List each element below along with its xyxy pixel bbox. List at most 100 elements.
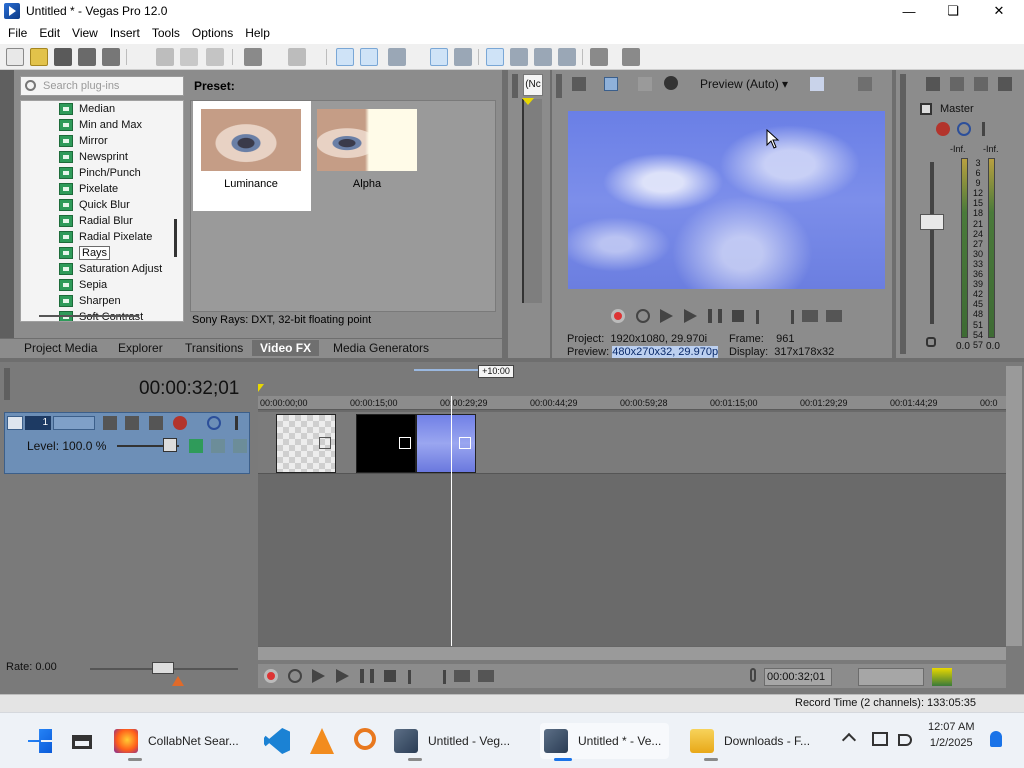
plugin-item[interactable]: Saturation Adjust [59,261,162,277]
trimmer-grip[interactable] [512,74,518,98]
track-fade-icon[interactable] [149,416,163,430]
volume-icon[interactable] [898,734,912,746]
record-icon[interactable] [264,669,278,683]
selection-length-field[interactable] [858,668,924,686]
track-fx-icon[interactable] [173,416,187,430]
preview-quality-dropdown[interactable]: Preview (Auto) ▾ [700,77,788,91]
plugin-item[interactable]: Sharpen [59,293,121,309]
ripple-edit-icon[interactable] [388,48,406,66]
menu-view[interactable]: View [66,26,104,40]
plugin-item[interactable]: Radial Pixelate [59,229,152,245]
track-mute-icon[interactable] [207,416,221,430]
maximize-button[interactable]: ❏ [930,0,976,22]
plugin-search-input[interactable]: Search plug-ins [20,76,184,96]
split-screen-icon[interactable] [664,76,678,90]
ignore-grouping-icon[interactable] [454,48,472,66]
track-composite-child-icon[interactable] [233,439,247,453]
master-mute-icon[interactable] [957,122,971,136]
undo-icon[interactable] [244,48,262,66]
track-solo-icon[interactable] [235,416,238,430]
copy-icon[interactable] [180,48,198,66]
save-icon[interactable] [54,48,72,66]
preview-fx-icon[interactable] [638,77,652,91]
track-fx-chain-icon[interactable] [189,439,203,453]
tab-video-fx[interactable]: Video FX [252,340,320,356]
record-icon[interactable] [611,309,625,323]
plugin-item[interactable]: Median [59,101,115,117]
master-solo-icon[interactable] [982,122,985,136]
taskbar-vegas-untitled[interactable]: Untitled - Veg... [394,723,518,761]
mixer-icon[interactable] [926,77,940,91]
playhead-cursor[interactable] [451,396,452,646]
tab-transitions[interactable]: Transitions [185,341,243,355]
meter-options-icon[interactable] [998,77,1012,91]
track-motion-icon[interactable] [103,416,117,430]
video-event-clip[interactable] [276,414,336,473]
minimize-button[interactable]: — [886,0,932,22]
previous-frame-icon[interactable] [802,310,818,322]
next-frame-icon[interactable] [478,670,494,682]
plugin-item[interactable]: Pixelate [59,181,118,197]
downmix-icon[interactable] [950,77,964,91]
level-slider-thumb[interactable] [163,438,177,452]
save-as-icon[interactable] [78,48,96,66]
timeline-ruler[interactable]: 00:00:00;00 00:00:15;00 00:00:29;29 00:0… [258,396,1006,410]
menu-tools[interactable]: Tools [146,26,186,40]
vlc-icon[interactable] [310,728,334,754]
track-compositing-icon[interactable] [125,416,139,430]
tree-vertical-scrollbar[interactable] [174,219,177,257]
taskbar-vegas-untitled-active[interactable]: Untitled * - Ve... [540,723,670,761]
menu-options[interactable]: Options [186,26,239,40]
start-button-icon[interactable] [28,729,52,753]
master-grip[interactable] [900,74,906,354]
plugin-item[interactable]: Radial Blur [59,213,133,229]
loop-playback-icon[interactable] [288,669,302,683]
project-properties-icon[interactable] [572,77,586,91]
plugin-tree[interactable]: Median Min and Max Mirror Newsprint Pinc… [20,100,184,322]
play-icon[interactable] [336,669,349,683]
go-to-start-icon[interactable] [408,670,422,684]
lock-envelopes-icon[interactable] [430,48,448,66]
normal-edit-tool-icon[interactable] [486,48,504,66]
play-icon[interactable] [684,309,697,323]
taskbar-file-explorer[interactable]: Downloads - F... [690,723,818,761]
timeline-grip[interactable] [4,368,10,400]
plugin-item-selected[interactable]: Rays [59,245,111,261]
overlays-icon[interactable] [810,77,824,91]
previous-frame-icon[interactable] [454,670,470,682]
preset-luminance[interactable]: Luminance [193,101,311,211]
open-icon[interactable] [30,48,48,66]
tab-project-media[interactable]: Project Media [24,341,97,355]
auto-crossfade-icon[interactable] [360,48,378,66]
panel-grip[interactable] [0,70,14,338]
stop-icon[interactable] [732,310,744,322]
tree-horizontal-scrollbar[interactable] [39,315,139,317]
envelope-tool-icon[interactable] [510,48,528,66]
zoom-tool-icon[interactable] [558,48,576,66]
network-icon[interactable] [872,732,888,746]
plugin-item[interactable]: Min and Max [59,117,142,133]
tab-media-generators[interactable]: Media Generators [333,341,429,355]
taskbar-clock[interactable]: 12:07 AM 1/2/2025 [928,719,974,751]
vscode-icon[interactable] [264,728,290,754]
rate-slider-thumb[interactable] [152,662,174,674]
task-view-icon[interactable] [72,735,92,749]
plugin-item[interactable]: Quick Blur [59,197,130,213]
menu-file[interactable]: File [2,26,33,40]
properties-icon[interactable] [102,48,120,66]
track-composite-parent-icon[interactable] [211,439,225,453]
menu-edit[interactable]: Edit [33,26,66,40]
cut-icon[interactable] [156,48,174,66]
track-name-field[interactable] [53,416,95,430]
event-pan-crop-icon[interactable] [459,437,471,449]
paste-icon[interactable] [206,48,224,66]
cursor-position-field[interactable]: 00:00:32;01 [764,668,832,686]
next-frame-icon[interactable] [826,310,842,322]
taskbar-firefox[interactable]: CollabNet Sear... [114,723,247,761]
external-monitor-icon[interactable] [604,77,618,91]
master-fx-icon[interactable] [936,122,950,136]
close-button[interactable]: ✕ [976,0,1022,22]
menu-insert[interactable]: Insert [104,26,146,40]
search-everything-icon[interactable] [354,728,376,750]
plugin-item[interactable]: Mirror [59,133,108,149]
